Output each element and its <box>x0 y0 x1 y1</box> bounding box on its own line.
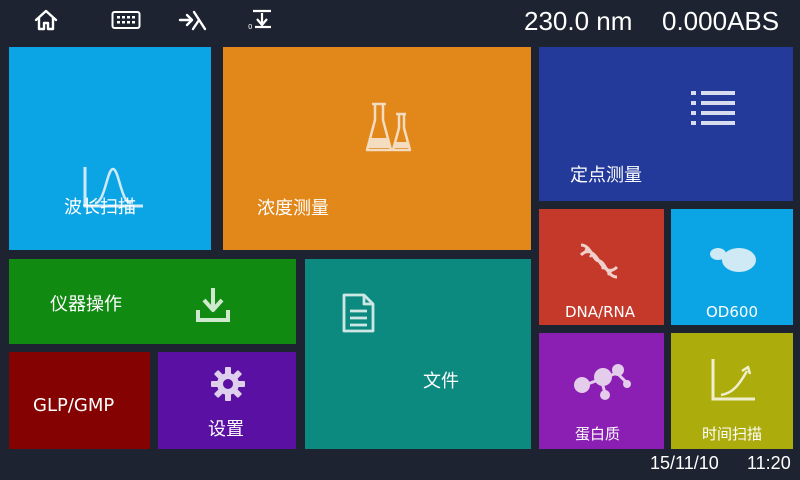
status-bar: 0 230.0 nm 0.000ABS <box>0 0 800 40</box>
date-display: 15/11/10 <box>650 453 719 473</box>
time-display: 11:20 <box>747 453 791 473</box>
tile-time-scan[interactable]: 时间扫描 <box>671 333 793 449</box>
keyboard-icon[interactable] <box>111 6 141 34</box>
tile-label: OD600 <box>706 303 758 321</box>
download-icon <box>196 288 230 322</box>
tile-instrument-ops[interactable]: 仪器操作 <box>9 259 296 344</box>
lambda-goto-icon[interactable] <box>178 6 208 34</box>
zero-baseline-icon[interactable]: 0 <box>246 6 276 34</box>
absorbance-readout: 0.000ABS <box>662 6 780 36</box>
tile-file[interactable]: 文件 <box>305 259 531 449</box>
tile-label: 定点测量 <box>570 165 642 186</box>
gear-icon <box>211 367 245 401</box>
tile-concentration[interactable]: 浓度测量 <box>223 47 531 250</box>
tile-glp-gmp[interactable]: GLP/GMP <box>9 352 150 449</box>
cell-icon <box>710 248 756 272</box>
tile-label: 蛋白质 <box>575 425 621 443</box>
tile-label: GLP/GMP <box>33 395 115 416</box>
curve-chart-icon <box>711 359 755 401</box>
document-icon <box>342 293 375 333</box>
tile-label: 仪器操作 <box>50 294 122 315</box>
tile-dna-rna[interactable]: DNA/RNA <box>539 209 664 325</box>
tile-fixed-point[interactable]: 定点测量 <box>539 47 793 201</box>
tile-wavelength-scan[interactable]: 波长扫描 <box>9 47 211 250</box>
flask-icon <box>365 102 412 152</box>
svg-text:0: 0 <box>248 23 252 31</box>
tile-protein[interactable]: 蛋白质 <box>539 333 664 449</box>
tile-label: 浓度测量 <box>257 198 329 219</box>
home-icon[interactable] <box>31 6 61 34</box>
list-icon <box>691 91 735 125</box>
molecule-icon <box>574 364 631 400</box>
wavelength-readout: 230.0 nm <box>524 6 633 36</box>
dna-icon <box>579 243 619 279</box>
tile-label: 设置 <box>208 419 244 440</box>
tile-label: DNA/RNA <box>565 303 635 321</box>
tile-label: 波长扫描 <box>64 197 136 218</box>
tile-label: 时间扫描 <box>702 425 763 443</box>
tile-settings[interactable]: 设置 <box>158 352 296 449</box>
tile-label: 文件 <box>423 371 459 392</box>
tile-od600[interactable]: OD600 <box>671 209 793 325</box>
